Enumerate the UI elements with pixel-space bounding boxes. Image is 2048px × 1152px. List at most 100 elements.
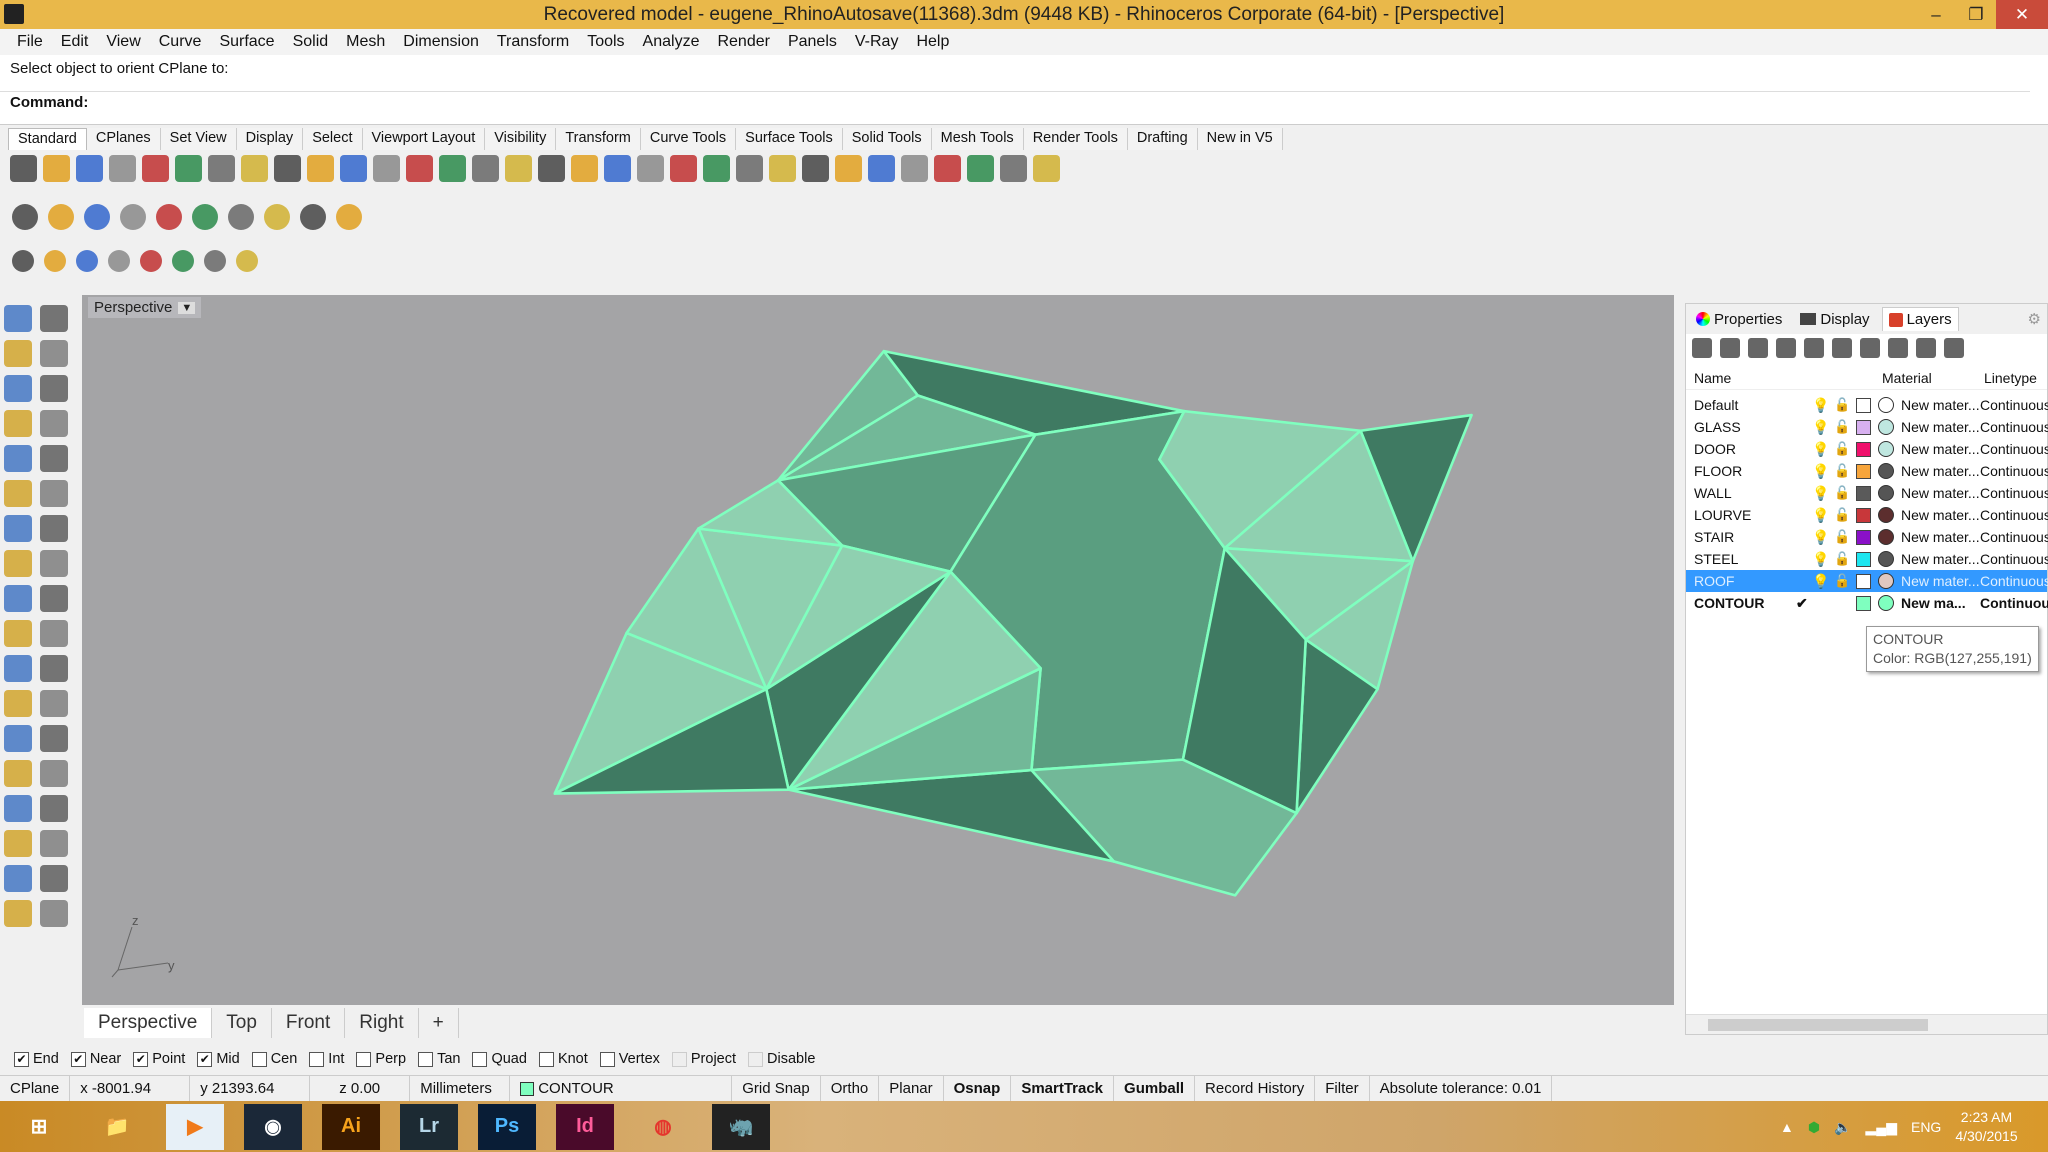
layer-linetype[interactable]: Continuous (1980, 507, 2048, 523)
osnap-cen[interactable]: Cen (251, 1051, 297, 1067)
rotate-view-icon[interactable] (505, 155, 532, 182)
horizontal-scrollbar[interactable] (1686, 1014, 2047, 1034)
bulb-icon[interactable]: 💡 (1812, 419, 1829, 436)
open-icon[interactable] (43, 155, 70, 182)
viewport-title[interactable]: Perspective ▼ (88, 297, 202, 318)
layer-material[interactable]: New mater... (1901, 463, 1980, 479)
checkbox[interactable] (748, 1051, 764, 1067)
layer-material[interactable]: New mater... (1901, 529, 1980, 545)
curve-icon[interactable] (40, 340, 68, 367)
shade-sphere-icon[interactable] (868, 155, 895, 182)
layer-material[interactable]: New mater... (1901, 441, 1980, 457)
chevron-down-icon[interactable]: ▼ (178, 301, 196, 314)
layer-material[interactable]: New ma... (1901, 595, 1966, 611)
network-shield-icon[interactable]: ⬢ (1808, 1119, 1820, 1136)
vray-tags-icon[interactable] (84, 204, 110, 230)
join-icon[interactable] (4, 655, 32, 682)
layer-name[interactable]: LOURVE (1694, 507, 1751, 523)
checkbox[interactable] (599, 1051, 615, 1067)
tab-layers[interactable]: Layers (1881, 307, 1959, 331)
units[interactable]: Millimeters (410, 1076, 511, 1101)
scale-icon[interactable] (40, 725, 68, 752)
layer-state-icon[interactable] (1888, 338, 1908, 358)
layer-row-roof[interactable]: ROOF 💡 🔓 New mater... Continuous (1686, 570, 2048, 592)
restore-button[interactable]: ❐ (1956, 0, 1996, 29)
checkbox[interactable] (671, 1051, 687, 1067)
cut-icon[interactable] (175, 155, 202, 182)
layer-color-swatch[interactable] (1856, 463, 1871, 479)
viewport-tab-right[interactable]: Right (345, 1008, 419, 1038)
material-sphere-icon[interactable] (1878, 419, 1894, 435)
taskbar-file-explorer[interactable]: 📁 (88, 1104, 146, 1150)
lock-icon[interactable] (736, 155, 763, 182)
check-icon[interactable] (40, 865, 68, 892)
osnap-end[interactable]: ✔ End (14, 1051, 59, 1067)
vray-sun-icon[interactable] (228, 204, 254, 230)
new-icon[interactable] (10, 155, 37, 182)
osnap-knot[interactable]: Knot (538, 1051, 588, 1067)
move-to-parent-icon[interactable] (1832, 338, 1852, 358)
help-icon[interactable] (1033, 155, 1060, 182)
material-sphere-icon[interactable] (1878, 463, 1894, 479)
language-indicator[interactable]: ENG (1911, 1119, 1941, 1135)
menu-edit[interactable]: Edit (52, 33, 98, 51)
material-sphere-icon[interactable] (1878, 397, 1894, 413)
offset-icon[interactable] (4, 690, 32, 717)
taskbar-lightroom[interactable]: Lr (400, 1103, 458, 1150)
move-view-icon[interactable] (340, 155, 367, 182)
sun-icon[interactable] (12, 250, 34, 272)
vray-fur-icon[interactable] (300, 204, 326, 230)
osnap-vertex[interactable]: Vertex (599, 1051, 660, 1067)
layer-name[interactable]: DOOR (1694, 441, 1736, 457)
material-sphere-icon[interactable] (1878, 573, 1894, 589)
bulb-icon[interactable]: 💡 (1812, 529, 1829, 546)
osnap-perp[interactable]: Perp (356, 1051, 406, 1067)
checkbox[interactable] (472, 1051, 488, 1067)
vray-help-icon[interactable] (336, 204, 362, 230)
bulb-icon[interactable]: 💡 (1812, 551, 1829, 568)
menu-view[interactable]: View (97, 33, 149, 51)
vray-light-icon[interactable] (264, 204, 290, 230)
layer-linetype[interactable]: Continuous (1980, 419, 2048, 435)
toolbar-tab-viewport-layout[interactable]: Viewport Layout (362, 128, 486, 150)
osnap-point[interactable]: ✔ Point (133, 1051, 185, 1067)
polyline-icon[interactable] (4, 340, 32, 367)
layer-name[interactable]: STAIR (1694, 529, 1734, 545)
checkbox[interactable] (418, 1051, 434, 1067)
layer-linetype[interactable]: Continuous (1980, 485, 2048, 501)
zoom-dynamic-icon[interactable] (373, 155, 400, 182)
column-material[interactable]: Material (1882, 370, 1932, 386)
gear-icon[interactable]: ⚙ (2022, 307, 2047, 331)
dim-icon[interactable] (40, 830, 68, 857)
explode-icon[interactable] (40, 585, 68, 612)
select-icon[interactable] (4, 305, 32, 332)
layer-material[interactable]: New mater... (1901, 551, 1980, 567)
unlock-icon[interactable]: 🔓 (1834, 551, 1850, 567)
layer-material[interactable]: New mater... (1901, 485, 1980, 501)
layer-material[interactable]: New mater... (1901, 573, 1980, 589)
layer-linetype[interactable]: Continuous (1980, 551, 2048, 567)
unlock-icon[interactable]: 🔓 (1834, 485, 1850, 501)
dimension-icon[interactable] (1000, 155, 1027, 182)
unlock-icon[interactable]: 🔓 (1834, 507, 1850, 523)
toolbar-tab-render-tools[interactable]: Render Tools (1023, 128, 1128, 150)
vray-options-icon[interactable] (48, 204, 74, 230)
layer-linetype[interactable]: Continuous (1980, 441, 2048, 457)
vray-frame-icon[interactable] (192, 204, 218, 230)
layer-name[interactable]: Default (1694, 397, 1738, 413)
sweep-icon[interactable] (4, 865, 32, 892)
loft-icon[interactable] (40, 480, 68, 507)
layer-color-swatch[interactable] (1856, 441, 1871, 457)
ghosted-icon[interactable] (637, 155, 664, 182)
layer-name[interactable]: GLASS (1694, 419, 1741, 435)
zoom-selected-icon[interactable] (472, 155, 499, 182)
unlock-icon[interactable]: 🔓 (1834, 397, 1850, 413)
layer-name[interactable]: STEEL (1694, 551, 1738, 567)
checkbox[interactable] (309, 1051, 325, 1067)
menu-help[interactable]: Help (907, 33, 958, 51)
taskbar-rhino[interactable]: 🦏 (712, 1103, 770, 1150)
scrollbar-thumb[interactable] (1708, 1019, 1928, 1031)
layer-color-swatch[interactable] (1856, 397, 1871, 413)
checkbox[interactable]: ✔ (133, 1051, 149, 1067)
split-icon[interactable] (40, 620, 68, 647)
